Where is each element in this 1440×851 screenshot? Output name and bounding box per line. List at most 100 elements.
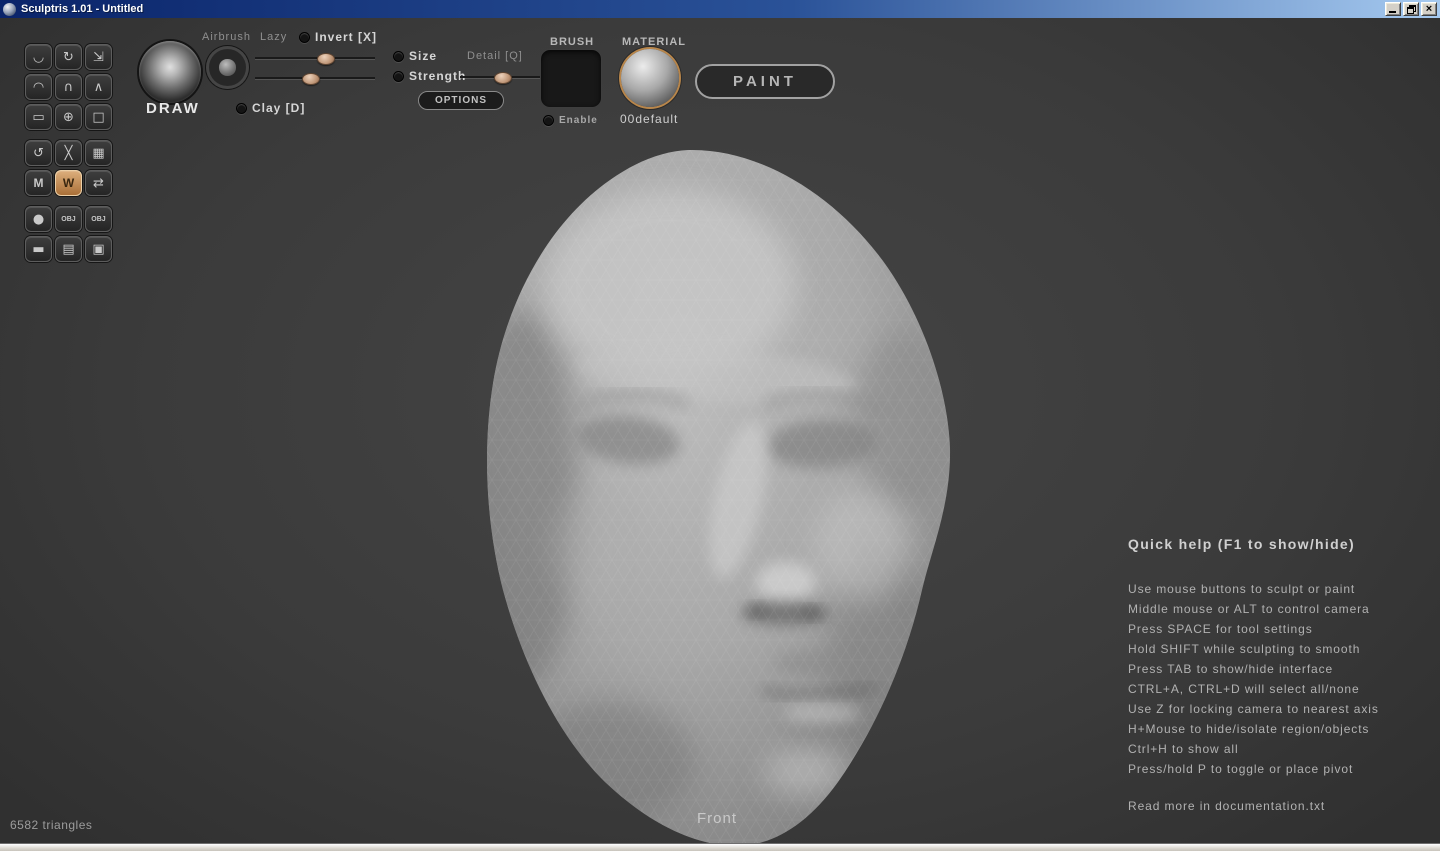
- tool-inflate-button[interactable]: ∩: [55, 74, 82, 100]
- size-slider-track[interactable]: [255, 57, 375, 59]
- active-tool-label: DRAW: [146, 100, 200, 117]
- window-controls: ×: [1385, 2, 1437, 16]
- tool-pinch-button[interactable]: ∧: [85, 74, 112, 100]
- help-line: Hold SHIFT while sculpting to smooth: [1128, 639, 1428, 659]
- subdivide-all-icon: ╳: [65, 147, 73, 160]
- tool-flatten-button[interactable]: ▭: [25, 104, 52, 130]
- brush-texture-slot[interactable]: [540, 49, 602, 108]
- tool-rotate-button[interactable]: ↻: [55, 44, 82, 70]
- new-plane-icon: ▬: [32, 243, 44, 256]
- tool-save-file-button[interactable]: ▣: [85, 236, 112, 262]
- scale-icon: ⇲: [93, 51, 104, 64]
- help-line: Use Z for locking camera to nearest axis: [1128, 699, 1428, 719]
- invert-radio[interactable]: [299, 32, 310, 43]
- tool-import-obj-button[interactable]: OBJ: [55, 206, 82, 232]
- strength-control[interactable]: Strength: [393, 69, 466, 83]
- invert-label: Invert [X]: [315, 30, 377, 44]
- rotate-icon: ↻: [63, 51, 74, 64]
- close-icon: ×: [1426, 4, 1432, 15]
- crease-icon: ◡: [33, 51, 44, 64]
- restore-icon: [1407, 5, 1416, 14]
- detail-label: Detail [Q]: [467, 50, 523, 62]
- help-line: Press SPACE for tool settings: [1128, 619, 1428, 639]
- brush-enable-toggle[interactable]: Enable: [543, 115, 598, 126]
- help-line: Middle mouse or ALT to control camera: [1128, 599, 1428, 619]
- help-line: Press/hold P to toggle or place pivot: [1128, 759, 1428, 779]
- tool-grab-button[interactable]: ⊕: [55, 104, 82, 130]
- smooth-icon: □: [92, 111, 104, 124]
- brush-section-label: BRUSH: [550, 36, 594, 48]
- mask-icon: M: [34, 177, 44, 189]
- airbrush-toggle[interactable]: Airbrush: [202, 31, 251, 43]
- toggle-tools-group: ↺ ╳ ▦ M W ⇄: [25, 140, 112, 196]
- tool-new-plane-button[interactable]: ▬: [25, 236, 52, 262]
- options-button[interactable]: OPTIONS: [418, 91, 504, 110]
- size-slider[interactable]: [255, 52, 375, 64]
- open-file-icon: ▤: [62, 243, 74, 256]
- minimize-icon: [1389, 11, 1396, 13]
- detail-slider-knob[interactable]: [494, 72, 512, 84]
- tool-crease-button[interactable]: ◡: [25, 44, 52, 70]
- tool-draw-button[interactable]: ◠: [25, 74, 52, 100]
- tool-new-sphere-button[interactable]: ●: [25, 206, 52, 232]
- help-line: Ctrl+H to show all: [1128, 739, 1428, 759]
- sculpt-tools-group: ◡ ↻ ⇲ ◠ ∩ ∧ ▭ ⊕ □: [25, 44, 112, 130]
- detail-slider[interactable]: [460, 71, 540, 83]
- size-slider-knob[interactable]: [317, 53, 335, 65]
- tool-mask-button[interactable]: M: [25, 170, 52, 196]
- tool-wireframe-button[interactable]: W: [55, 170, 82, 196]
- flatten-icon: ▭: [32, 111, 44, 124]
- airbrush-preview[interactable]: [206, 46, 249, 89]
- window-title: Sculptris 1.01 - Untitled: [21, 3, 1385, 15]
- material-sphere[interactable]: [621, 49, 679, 107]
- save-file-icon: ▣: [92, 243, 104, 256]
- help-line: CTRL+A, CTRL+D will select all/none: [1128, 679, 1428, 699]
- strength-slider-knob[interactable]: [302, 73, 320, 85]
- strength-slider[interactable]: [255, 72, 375, 84]
- tool-symmetry-button[interactable]: ⇄: [85, 170, 112, 196]
- help-line: Use mouse buttons to sculpt or paint: [1128, 579, 1428, 599]
- tool-smooth-button[interactable]: □: [85, 104, 112, 130]
- grid-icon: ▦: [92, 147, 104, 160]
- help-line: H+Mouse to hide/isolate region/objects: [1128, 719, 1428, 739]
- help-footer: Read more in documentation.txt: [1128, 799, 1428, 813]
- file-tools-group: ● OBJ OBJ ▬ ▤ ▣: [25, 206, 112, 262]
- clay-toggle[interactable]: Clay [D]: [236, 101, 305, 115]
- wireframe-icon: W: [63, 177, 74, 189]
- help-line: Press TAB to show/hide interface: [1128, 659, 1428, 679]
- invert-toggle[interactable]: Invert [X]: [299, 30, 377, 44]
- new-sphere-icon: ●: [33, 213, 44, 226]
- tool-palette: ◡ ↻ ⇲ ◠ ∩ ∧ ▭ ⊕ □ ↺ ╳ ▦ M W: [25, 44, 112, 272]
- restore-button[interactable]: [1403, 2, 1419, 16]
- enable-radio[interactable]: [543, 115, 554, 126]
- taskbar-edge: [0, 843, 1440, 851]
- import-obj-icon: OBJ: [61, 216, 75, 223]
- close-button[interactable]: ×: [1421, 2, 1437, 16]
- clay-radio[interactable]: [236, 103, 247, 114]
- quick-help-panel: Quick help (F1 to show/hide) Use mouse b…: [1128, 536, 1428, 813]
- titlebar[interactable]: Sculptris 1.01 - Untitled ×: [0, 0, 1440, 18]
- strength-label: Strength: [409, 69, 466, 83]
- symmetry-icon: ⇄: [93, 177, 104, 190]
- brush-preview[interactable]: [139, 41, 201, 103]
- tool-scale-button[interactable]: ⇲: [85, 44, 112, 70]
- material-name: 00default: [620, 112, 678, 126]
- grab-icon: ⊕: [63, 111, 74, 124]
- pinch-icon: ∧: [94, 81, 104, 94]
- clay-label: Clay [D]: [252, 101, 305, 115]
- minimize-button[interactable]: [1385, 2, 1401, 16]
- enable-label: Enable: [559, 115, 598, 126]
- material-section-label: MATERIAL: [622, 36, 686, 48]
- app-icon: [3, 3, 16, 16]
- lazy-toggle[interactable]: Lazy: [260, 31, 287, 43]
- tool-grid-button[interactable]: ▦: [85, 140, 112, 166]
- paint-mode-button[interactable]: PAINT: [695, 64, 835, 99]
- strength-radio[interactable]: [393, 71, 404, 82]
- tool-export-obj-button[interactable]: OBJ: [85, 206, 112, 232]
- tool-open-file-button[interactable]: ▤: [55, 236, 82, 262]
- tool-reduce-selected-button[interactable]: ↺: [25, 140, 52, 166]
- export-obj-icon: OBJ: [91, 216, 105, 223]
- size-control[interactable]: Size: [393, 49, 437, 63]
- size-radio[interactable]: [393, 51, 404, 62]
- tool-subdivide-all-button[interactable]: ╳: [55, 140, 82, 166]
